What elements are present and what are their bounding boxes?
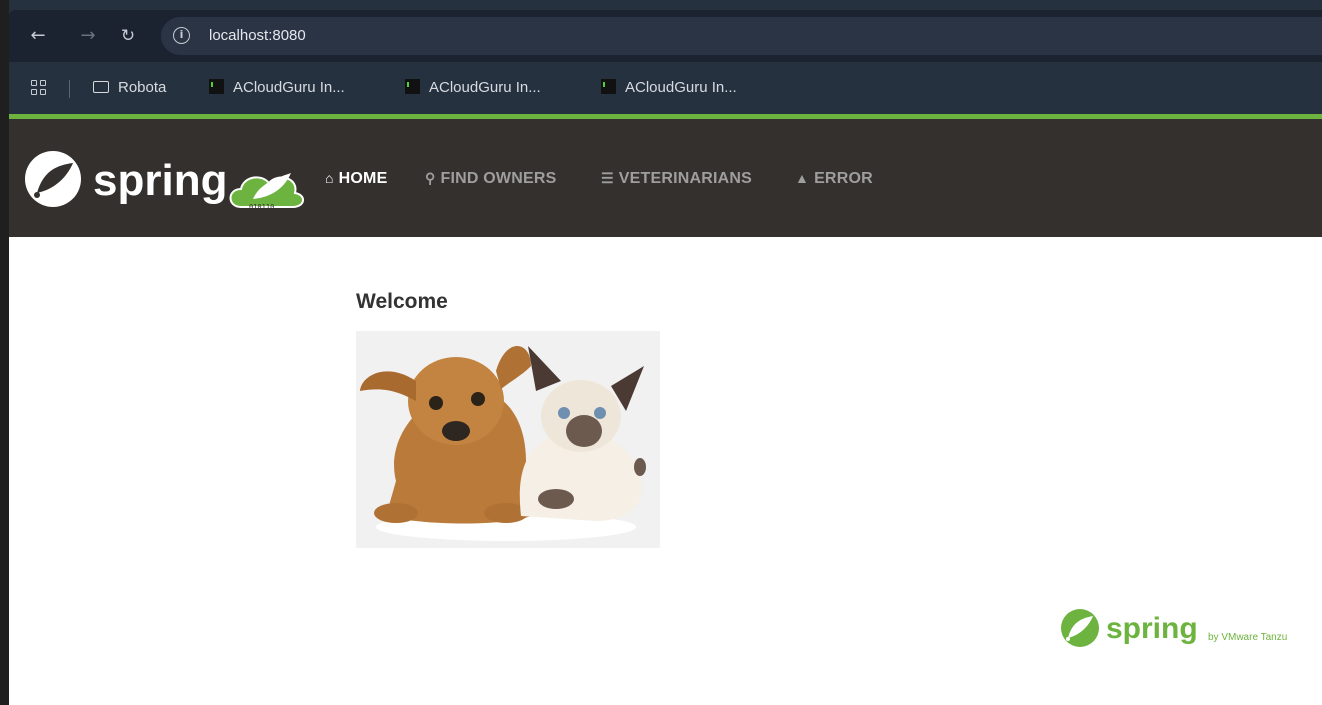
svg-text:spring: spring <box>1106 612 1198 645</box>
url-text[interactable]: localhost:8080 <box>209 17 306 55</box>
nav-home[interactable]: ⌂ HOME <box>325 119 387 237</box>
bookmark-robota[interactable]: Robota <box>93 68 166 108</box>
list-icon: ☰ <box>601 170 614 186</box>
app-navbar: spring 010110 ⌂ HOME ⚲ FIND OWNERS ☰ VETERI… <box>9 119 1322 237</box>
reload-icon[interactable]: ↻ <box>113 10 143 62</box>
browser-toolbar: ← → ↻ i localhost:8080 <box>9 10 1322 62</box>
warning-icon: ▲ <box>795 170 810 186</box>
nav-error[interactable]: ▲ ERROR <box>795 119 873 237</box>
bookmarks-bar: Robota ACloudGuru In... ACloudGuru In...… <box>9 68 1322 108</box>
nav-veterinarians[interactable]: ☰ VETERINARIANS <box>601 119 752 237</box>
bookmarks-divider <box>69 80 70 98</box>
info-icon[interactable]: i <box>173 27 190 44</box>
svg-text:spring: spring <box>93 156 227 205</box>
apps-grid-icon[interactable] <box>31 80 47 96</box>
search-icon: ⚲ <box>425 170 436 186</box>
bookmark-acloudguru-1[interactable]: ACloudGuru In... <box>209 68 345 108</box>
bookmark-acloudguru-3[interactable]: ACloudGuru In... <box>601 68 737 108</box>
spring-petclinic-logo[interactable]: spring 010110 <box>23 143 323 213</box>
home-icon: ⌂ <box>325 170 334 186</box>
terminal-icon <box>209 79 224 94</box>
svg-text:010110: 010110 <box>249 203 274 211</box>
address-bar[interactable]: i localhost:8080 <box>161 17 1322 55</box>
terminal-icon <box>601 79 616 94</box>
terminal-icon <box>405 79 420 94</box>
page-title: Welcome <box>356 290 448 313</box>
folder-icon <box>93 81 109 93</box>
back-icon[interactable]: ← <box>23 10 53 62</box>
browser-chrome: ← → ↻ i localhost:8080 Robota ACloudGuru… <box>9 0 1322 114</box>
forward-icon[interactable]: → <box>73 10 103 62</box>
svg-text:by VMware Tanzu: by VMware Tanzu <box>1208 632 1287 643</box>
bookmark-acloudguru-2[interactable]: ACloudGuru In... <box>405 68 541 108</box>
pets-image <box>356 331 660 548</box>
spring-tanzu-logo: spring by VMware Tanzu <box>1061 609 1287 647</box>
nav-find-owners[interactable]: ⚲ FIND OWNERS <box>425 119 556 237</box>
screen-edge <box>0 0 9 705</box>
